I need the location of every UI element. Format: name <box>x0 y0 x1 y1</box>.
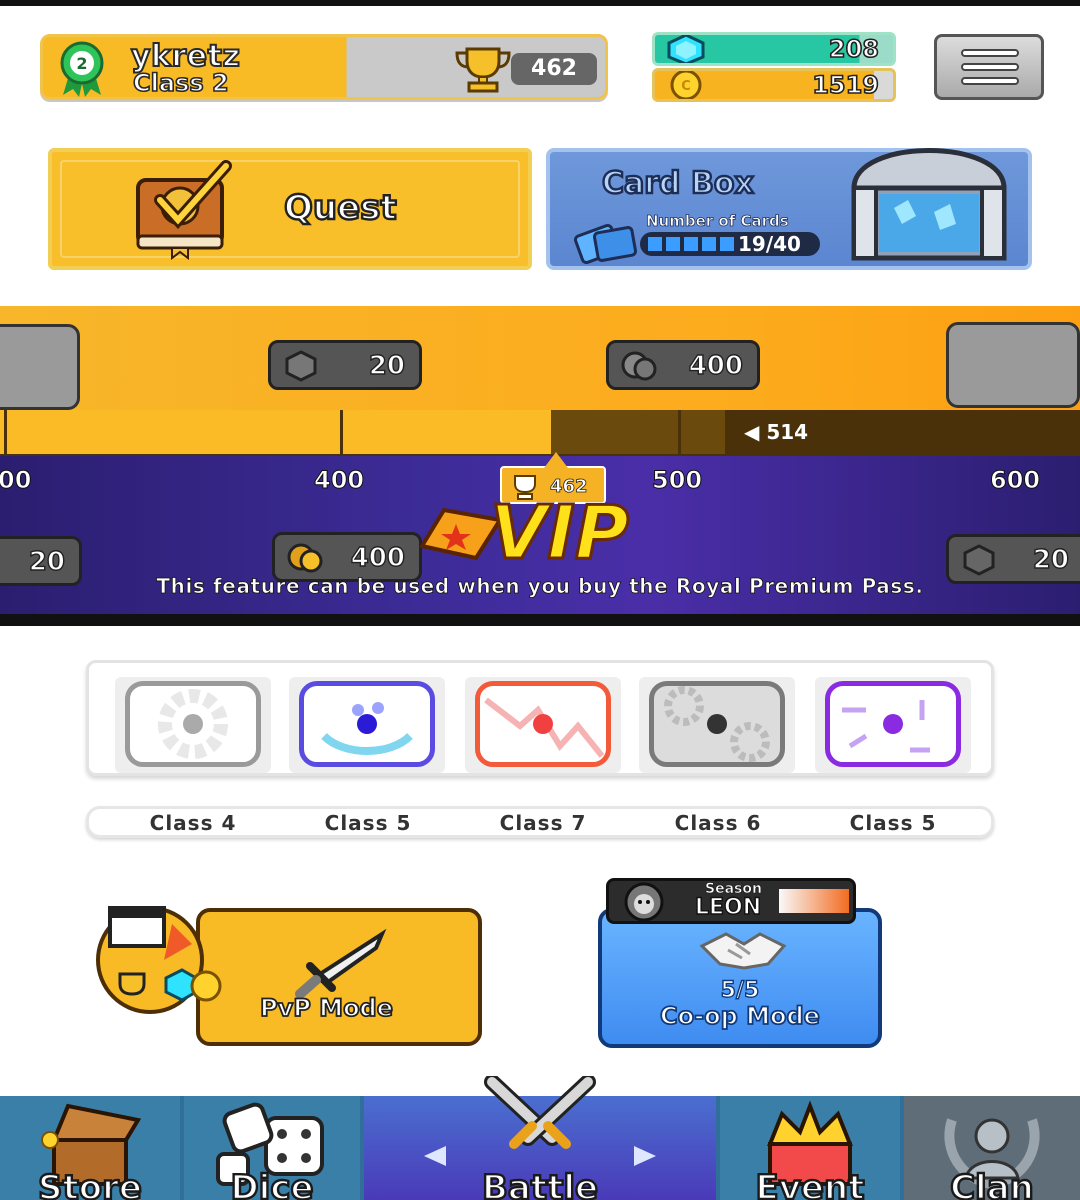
nav-tab-battle[interactable]: Battle <box>364 1076 716 1200</box>
prev-arrow-icon <box>424 1146 446 1166</box>
gears-die-icon <box>649 681 785 767</box>
reward-gem-pill[interactable]: 20 <box>268 340 422 390</box>
coop-mode-label: Co-op Mode <box>659 1001 821 1031</box>
coin-icon: C <box>670 71 702 99</box>
coin-count: 1519 <box>811 71 879 99</box>
player-profile[interactable]: 2 ykretz Class 2 462 <box>40 34 608 100</box>
gem-icon <box>667 35 705 63</box>
coop-attempts: 5/5 <box>720 977 760 1003</box>
pvp-mode-button[interactable]: PvP Mode <box>196 908 482 1046</box>
progress-divider <box>340 410 343 454</box>
progress-divider <box>678 410 681 454</box>
milestone-tick: 500 <box>651 466 703 495</box>
quest-book-icon <box>136 160 232 260</box>
pass-divider <box>0 614 1080 626</box>
gem-icon <box>285 350 317 382</box>
nav-label: Event <box>754 1167 865 1200</box>
pass-progress-fill <box>0 410 553 454</box>
wind-die-icon <box>825 681 961 767</box>
die-class-label: Class 6 <box>674 811 762 835</box>
nav-label: Dice <box>229 1167 314 1200</box>
rank-ribbon-icon: 2 <box>60 41 104 97</box>
gem-balance[interactable]: 208 <box>652 32 896 66</box>
menu-bar-icon <box>961 49 1019 57</box>
handshake-icon <box>699 932 787 970</box>
gear-die-icon <box>125 681 261 767</box>
deck-slot[interactable] <box>115 677 271 773</box>
milestone-tick: 00 <box>0 466 32 495</box>
nav-label: Clan <box>949 1167 1035 1200</box>
die-class-label: Class 5 <box>324 811 412 835</box>
season-boss-name: LEON <box>694 894 762 920</box>
menu-button[interactable] <box>934 34 1044 100</box>
card-box-count: 19/40 <box>738 232 801 256</box>
progress-divider <box>4 410 7 454</box>
deck-slot[interactable] <box>815 677 971 773</box>
dice-deck <box>86 660 994 776</box>
reward-value: 400 <box>350 542 406 573</box>
nav-tab-store[interactable]: Store <box>0 1096 180 1200</box>
vip-label: VIP <box>488 489 630 578</box>
card-box-title: Card Box <box>601 165 755 202</box>
coin-balance[interactable]: C 1519 <box>652 68 896 102</box>
season-stripe <box>779 889 849 913</box>
gem-icon <box>963 544 995 576</box>
rank-number: 2 <box>76 54 87 73</box>
die-class-label: Class 7 <box>499 811 587 835</box>
player-class: Class 2 <box>132 68 229 97</box>
next-arrow-icon <box>634 1146 656 1166</box>
reward-value: 400 <box>688 350 744 381</box>
bottom-nav: Store Dice Battle Event Clan <box>0 1076 1080 1200</box>
coin-symbol: C <box>681 79 691 94</box>
pass-progress-pending <box>553 410 725 454</box>
card-chest-icon <box>851 148 1007 261</box>
menu-bar-icon <box>961 63 1019 71</box>
cards-icon <box>573 223 638 264</box>
status-bar-edge <box>0 0 1080 6</box>
crossed-swords-icon <box>484 1076 596 1149</box>
card-box-subtitle: Number of Cards <box>646 212 789 231</box>
coins-icon <box>287 543 323 573</box>
reward-coin-pill[interactable]: 400 <box>606 340 760 390</box>
dice-class-bar: Class 4 Class 5 Class 7 Class 6 Class 5 <box>86 806 994 838</box>
reward-value: 20 <box>1032 544 1070 575</box>
sword-icon <box>295 928 387 998</box>
quest-label: Quest <box>283 187 398 229</box>
trophy-icon <box>455 47 511 93</box>
nav-label: Store <box>37 1167 143 1200</box>
reward-chest-icon[interactable] <box>946 322 1080 408</box>
royal-pass-track[interactable]: 20 400 ◀ 514 00 400 500 600 462 20 400 2… <box>0 306 1080 626</box>
gem-count: 208 <box>828 35 880 63</box>
pvp-mode-label: PvP Mode <box>259 993 394 1023</box>
reward-value: 20 <box>368 350 406 381</box>
trophy-count: 462 <box>511 53 597 85</box>
water-die-icon <box>299 681 435 767</box>
lightning-die-icon <box>475 681 611 767</box>
die-class-label: Class 5 <box>849 811 937 835</box>
coop-mode-button[interactable]: 5/5 Co-op Mode <box>598 908 882 1048</box>
reward-value: 20 <box>28 546 66 577</box>
die-class-label: Class 4 <box>149 811 237 835</box>
reward-chest-icon[interactable] <box>0 324 80 410</box>
deck-slot[interactable] <box>289 677 445 773</box>
card-box-button[interactable]: Card Box Number of Cards 19/40 <box>546 148 1032 270</box>
quest-button[interactable]: Quest <box>48 148 532 270</box>
deck-slot[interactable] <box>465 677 621 773</box>
pvp-rewards-icon <box>86 906 222 1014</box>
season-boss-banner[interactable]: Season LEON <box>606 878 856 924</box>
nav-label: Battle <box>481 1167 599 1200</box>
deck-slot[interactable] <box>639 677 795 773</box>
nav-tab-clan[interactable]: Clan <box>904 1096 1080 1200</box>
lion-boss-icon <box>624 882 664 922</box>
nav-tab-event[interactable]: Event <box>720 1096 900 1200</box>
pass-progress-value: ◀ 514 <box>744 420 809 444</box>
nav-tab-dice[interactable]: Dice <box>184 1096 360 1200</box>
menu-bar-icon <box>961 77 1019 85</box>
milestone-tick: 400 <box>313 466 365 495</box>
milestone-tick: 600 <box>989 466 1041 495</box>
premium-pass-note: This feature can be used when you buy th… <box>156 574 924 599</box>
vip-badge: VIP <box>416 489 756 586</box>
coins-icon <box>621 351 657 381</box>
